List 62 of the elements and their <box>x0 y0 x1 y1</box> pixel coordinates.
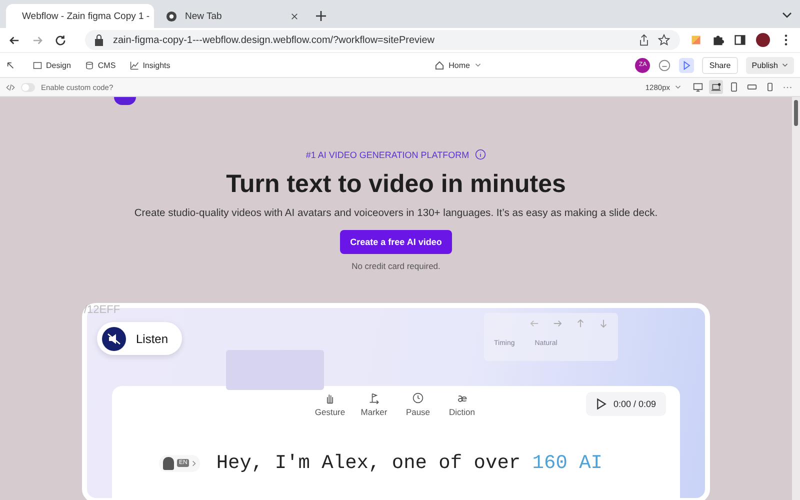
arrow-right-icon <box>553 319 562 328</box>
share-icon[interactable] <box>638 34 650 46</box>
preview-button[interactable] <box>679 58 694 72</box>
caret-icon <box>782 63 788 67</box>
pointer-icon[interactable] <box>6 60 15 70</box>
play-button[interactable]: 0:00 / 0:09 <box>586 392 666 416</box>
caret-icon <box>475 63 481 67</box>
nav-tab[interactable]: CMS <box>84 60 116 70</box>
nav-tab[interactable]: Design <box>33 60 71 70</box>
star-icon[interactable] <box>658 34 670 46</box>
clock-icon <box>412 392 424 404</box>
script-text: Hey, I'm Alex, one of over 160 AI <box>216 452 603 474</box>
arrow-up-icon <box>576 319 585 328</box>
hand-icon <box>324 392 336 404</box>
home-icon <box>434 60 444 70</box>
editor-tool-button[interactable]: Marker <box>357 392 391 417</box>
listen-button[interactable]: Listen <box>97 322 182 355</box>
side-panel-icon[interactable] <box>734 34 746 46</box>
arrow-left-icon <box>530 319 539 328</box>
caret-icon <box>675 85 681 89</box>
info-icon[interactable] <box>475 149 486 160</box>
flag-icon <box>368 392 380 404</box>
design-icon <box>33 60 42 70</box>
lock-icon <box>93 34 105 46</box>
eyebrow-text: #1 AI VIDEO GENERATION PLATFORM <box>306 150 470 160</box>
cms-icon <box>84 60 94 70</box>
custom-code-toggle[interactable] <box>21 82 35 92</box>
chevron-right-icon <box>192 460 196 466</box>
close-icon[interactable] <box>291 12 298 20</box>
note-text: No credit card required. <box>352 261 440 271</box>
logo-icon <box>114 97 136 105</box>
avatar-icon <box>163 456 174 470</box>
page-selector[interactable]: Home <box>434 60 481 70</box>
speaker-muted-icon <box>102 326 126 350</box>
cta-button[interactable]: Create a free AI video <box>340 230 452 254</box>
insights-icon <box>130 60 139 70</box>
publish-button[interactable]: Publish <box>746 56 794 74</box>
profile-avatar[interactable] <box>756 33 770 47</box>
play-icon <box>596 398 608 410</box>
nav-tab[interactable]: Insights <box>130 60 170 70</box>
address-bar[interactable]: zain-figma-copy-1---webflow.design.webflow.com/?workflow=sitePreview <box>85 30 680 50</box>
puzzle-icon[interactable] <box>712 34 724 46</box>
browser-tab[interactable]: New Tab <box>158 4 306 28</box>
arrow-down-icon <box>599 319 608 328</box>
code-fragment: /12EFF <box>84 304 120 316</box>
editor-tool-button[interactable]: Gesture <box>313 392 347 417</box>
editor-tool-button[interactable]: Diction <box>445 392 479 417</box>
scrollbar[interactable] <box>792 97 800 500</box>
code-icon <box>6 82 15 92</box>
hero-subtitle: Create studio-quality videos with AI avatars and voiceovers in 130+ languages. It’s as easy as making a slide deck. <box>134 208 658 219</box>
hero-title: Turn text to video in minutes <box>226 169 566 199</box>
chrome-icon <box>166 10 177 22</box>
editor-tool-button[interactable]: Pause <box>401 392 435 417</box>
reload-icon[interactable] <box>54 34 67 46</box>
comment-icon[interactable] <box>658 58 672 72</box>
share-button[interactable]: Share <box>702 56 738 74</box>
browser-tab[interactable]: Webflow - Zain figma Copy 1 - <box>6 4 154 28</box>
new-tab-icon[interactable] <box>316 11 326 21</box>
chevron-down-icon[interactable] <box>782 12 792 18</box>
url-text: zain-figma-copy-1---webflow.design.webflow.com/?workflow=sitePreview <box>113 34 435 46</box>
laptop-icon[interactable] <box>709 80 723 94</box>
play-icon <box>682 60 692 70</box>
